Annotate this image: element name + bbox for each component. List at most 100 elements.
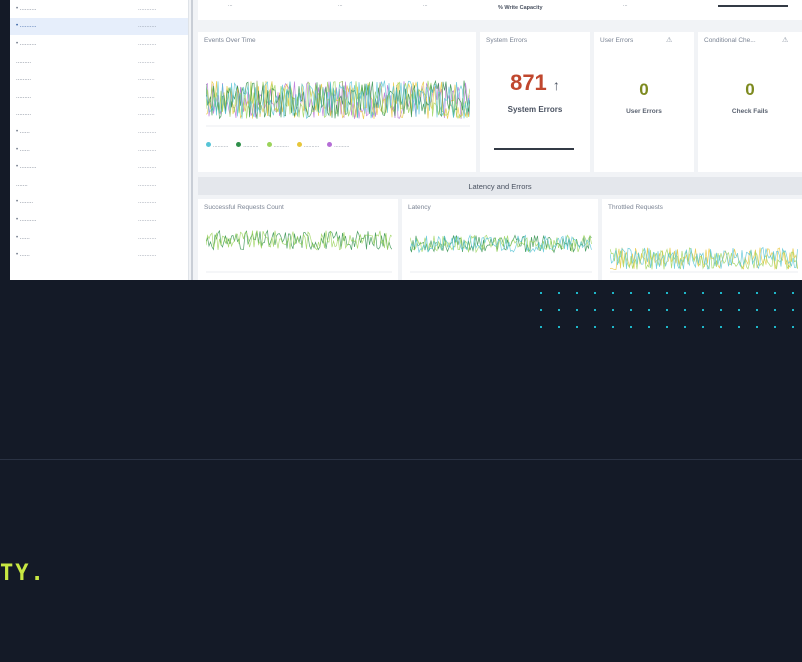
- successful-requests-chart: [206, 229, 392, 273]
- sparkline: [494, 148, 574, 150]
- decorative-dot: [720, 326, 722, 328]
- decorative-dot: [738, 309, 740, 311]
- sidebar-item[interactable]: • .................: [10, 229, 188, 247]
- sidebar-item-type: ...........: [138, 216, 157, 223]
- sidebar-item-label: • ......: [16, 146, 30, 153]
- decorative-dot: [666, 309, 668, 311]
- top-metrics-strip: ... ... ... % Write Capacity ...: [198, 0, 802, 20]
- sidebar-item-label: • ..........: [16, 216, 37, 223]
- section-header: Latency and Errors: [198, 177, 802, 195]
- decorative-dot: [720, 309, 722, 311]
- decorative-dot: [666, 326, 668, 328]
- sidebar-item[interactable]: • .................: [10, 123, 188, 141]
- warning-icon[interactable]: ⚠: [782, 36, 788, 44]
- throttled-requests-chart: [610, 246, 798, 273]
- legend-item[interactable]: ..........: [266, 142, 289, 149]
- legend-swatch: [266, 142, 272, 147]
- sidebar-item[interactable]: • .....................: [10, 158, 188, 176]
- dashboard-main: ... ... ... % Write Capacity ... Events …: [198, 0, 802, 280]
- user-errors-panel: User Errors ⚠ 0 User Errors: [594, 32, 694, 172]
- sidebar-item-label: • ........: [16, 199, 34, 206]
- decorative-dot: [540, 292, 542, 294]
- warning-icon[interactable]: ⚠: [666, 36, 672, 44]
- events-chart: [206, 79, 470, 127]
- decorative-dot: [540, 309, 542, 311]
- sidebar-item-type: ..........: [138, 76, 155, 83]
- decorative-dot: [702, 309, 704, 311]
- decorative-dot: [774, 309, 776, 311]
- conditional-checks-panel: Conditional Che... ⚠ 0 Check Fails: [698, 32, 802, 172]
- top-cell-1: ...: [228, 2, 233, 8]
- sidebar-item-label: .........: [16, 76, 32, 83]
- events-over-time-panel: Events Over Time .......................…: [198, 32, 476, 172]
- sidebar-item[interactable]: ...................: [10, 106, 188, 124]
- system-errors-value: 871 ↑: [480, 70, 590, 96]
- decorative-dot: [702, 326, 704, 328]
- decorative-dot: [774, 326, 776, 328]
- decorative-dot: [720, 292, 722, 294]
- decorative-dot: [774, 292, 776, 294]
- legend-item[interactable]: ..........: [236, 142, 259, 149]
- decorative-dot: [594, 292, 596, 294]
- decorative-dot: [630, 309, 632, 311]
- legend-item[interactable]: ..........: [327, 142, 349, 149]
- legend-item[interactable]: ..........: [206, 142, 228, 149]
- sidebar-item[interactable]: ..................: [10, 176, 188, 194]
- sidebar-item[interactable]: • ...................: [10, 194, 188, 212]
- system-errors-panel: System Errors 871 ↑ System Errors: [480, 32, 590, 172]
- user-errors-value: 0: [639, 80, 649, 99]
- write-capacity-label: % Write Capacity: [498, 5, 543, 11]
- chart-series-line: [206, 229, 392, 251]
- sidebar-item-type: ..........: [138, 111, 155, 118]
- sidebar-item-label: • ..........: [16, 5, 37, 12]
- panel-title: Events Over Time: [204, 37, 256, 44]
- sidebar-item[interactable]: • .................: [10, 141, 188, 159]
- panel-title: Throttled Requests: [608, 204, 663, 211]
- decorative-dot: [558, 326, 560, 328]
- sidebar-item-label: .......: [16, 181, 28, 188]
- sidebar-item[interactable]: ...................: [10, 53, 188, 71]
- decorative-dot: [648, 326, 650, 328]
- successful-requests-panel: Successful Requests Count: [198, 199, 398, 280]
- decorative-dot: [756, 309, 758, 311]
- sidebar-item[interactable]: • .....................: [10, 0, 188, 18]
- panel-title: User Errors: [600, 37, 634, 44]
- sidebar-item[interactable]: • .....................: [10, 17, 188, 36]
- sidebar-item-type: ..........: [138, 58, 155, 65]
- sidebar-item-type: ...........: [138, 146, 157, 153]
- decorative-dot: [684, 326, 686, 328]
- sidebar-item-label: • ..........: [16, 164, 37, 171]
- legend-label: ..........: [303, 143, 320, 149]
- sidebar-item-label: .........: [16, 93, 32, 100]
- decorative-dot: [792, 292, 794, 294]
- sidebar-item-label: • ..........: [16, 40, 37, 47]
- sidebar-item[interactable]: • .....................: [10, 35, 188, 53]
- decorative-dot: [576, 309, 578, 311]
- legend-item[interactable]: ..........: [296, 142, 320, 149]
- sidebar-item[interactable]: • .....................: [10, 211, 188, 229]
- sparkline: [718, 5, 788, 7]
- decorative-dot: [738, 292, 740, 294]
- sidebar-item[interactable]: • .................: [10, 246, 188, 264]
- check-fails-label: Check Fails: [731, 108, 769, 115]
- arrow-up-icon: ↑: [552, 77, 560, 93]
- sidebar-item-type: ...........: [138, 199, 157, 206]
- decorative-dot: [792, 326, 794, 328]
- legend-swatch: [236, 142, 242, 147]
- sidebar-scrollbar[interactable]: [191, 0, 193, 280]
- sidebar-item[interactable]: ...................: [10, 88, 188, 106]
- sidebar-item-type: ...........: [138, 5, 157, 12]
- decorative-dot: [684, 292, 686, 294]
- section-divider: [0, 459, 802, 460]
- top-cell-5: ...: [623, 2, 628, 8]
- decorative-dot: [648, 292, 650, 294]
- dashboard-screenshot: • ..................... • ...............…: [10, 0, 802, 280]
- decorative-dot: [630, 292, 632, 294]
- sidebar-item-type: ...........: [138, 23, 157, 30]
- legend-swatch: [206, 142, 211, 147]
- resource-sidebar: • ..................... • ...............…: [10, 0, 189, 280]
- sidebar-item-label: • ......: [16, 234, 30, 241]
- sidebar-item-label: .........: [16, 111, 32, 118]
- sidebar-item[interactable]: ...................: [10, 70, 188, 88]
- check-fails-value: 0: [745, 80, 755, 99]
